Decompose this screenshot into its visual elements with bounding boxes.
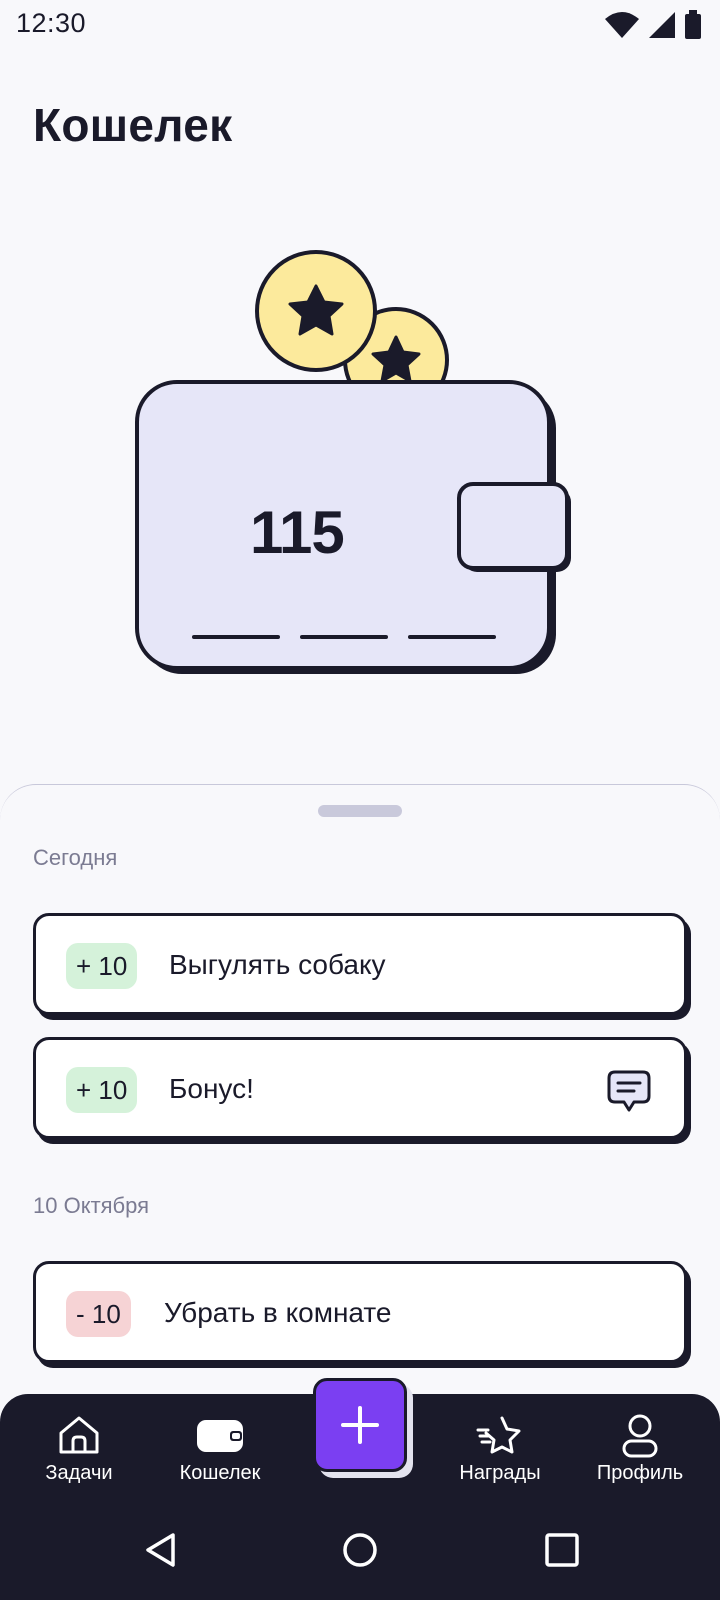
nav-label: Задачи bbox=[45, 1462, 113, 1484]
transaction-title: Убрать в комнате bbox=[164, 1297, 392, 1328]
message-icon[interactable] bbox=[606, 1068, 652, 1114]
transaction-title: Выгулять собаку bbox=[169, 949, 386, 980]
recents-icon[interactable] bbox=[542, 1530, 582, 1570]
transaction-card[interactable]: - 10 Убрать в комнате bbox=[33, 1261, 687, 1363]
status-icons bbox=[604, 10, 702, 40]
section-date-today: Сегодня bbox=[33, 845, 118, 870]
transaction-card[interactable]: + 10 Бонус! bbox=[33, 1037, 687, 1139]
page-title: Кошелек bbox=[33, 99, 233, 151]
home-icon bbox=[59, 1416, 99, 1454]
nav-item-wallet[interactable]: Кошелек bbox=[160, 1412, 280, 1492]
profile-icon bbox=[622, 1414, 658, 1458]
nav-label: Награды bbox=[459, 1462, 541, 1484]
wallet-illustration bbox=[135, 250, 571, 674]
transaction-amount: - 10 bbox=[66, 1291, 131, 1337]
add-button[interactable] bbox=[313, 1378, 407, 1472]
status-time: 12:30 bbox=[16, 8, 87, 38]
star-coin-icon bbox=[255, 250, 377, 372]
wallet-balance: 115 bbox=[250, 499, 345, 566]
transaction-title: Бонус! bbox=[169, 1073, 254, 1104]
nav-item-tasks[interactable]: Задачи bbox=[19, 1412, 139, 1492]
transaction-amount: + 10 bbox=[66, 943, 138, 989]
cellular-signal-icon bbox=[649, 12, 675, 38]
wifi-icon bbox=[605, 12, 639, 38]
wallet-icon bbox=[135, 380, 571, 670]
system-navigation-bar bbox=[0, 1500, 720, 1600]
home-circle-icon[interactable] bbox=[340, 1530, 380, 1570]
nav-label: Профиль bbox=[596, 1462, 684, 1484]
transaction-amount: + 10 bbox=[66, 1067, 138, 1113]
section-date: 10 Октября bbox=[33, 1193, 150, 1218]
nav-label: Кошелек bbox=[179, 1462, 261, 1484]
battery-icon bbox=[685, 10, 701, 39]
star-icon bbox=[476, 1416, 521, 1454]
wallet-icon bbox=[197, 1420, 243, 1452]
nav-item-rewards[interactable]: Награды bbox=[440, 1412, 560, 1492]
wallet-screen: 12:30 Кошелек 115 Сегодня + 10 Выгулять … bbox=[0, 0, 720, 1600]
sheet-drag-handle[interactable] bbox=[318, 805, 402, 817]
transaction-card[interactable]: + 10 Выгулять собаку bbox=[33, 913, 687, 1015]
status-bar: 12:30 bbox=[0, 0, 720, 48]
plus-icon bbox=[341, 1406, 379, 1444]
nav-item-profile[interactable]: Профиль bbox=[580, 1412, 700, 1492]
back-icon[interactable] bbox=[140, 1530, 180, 1570]
